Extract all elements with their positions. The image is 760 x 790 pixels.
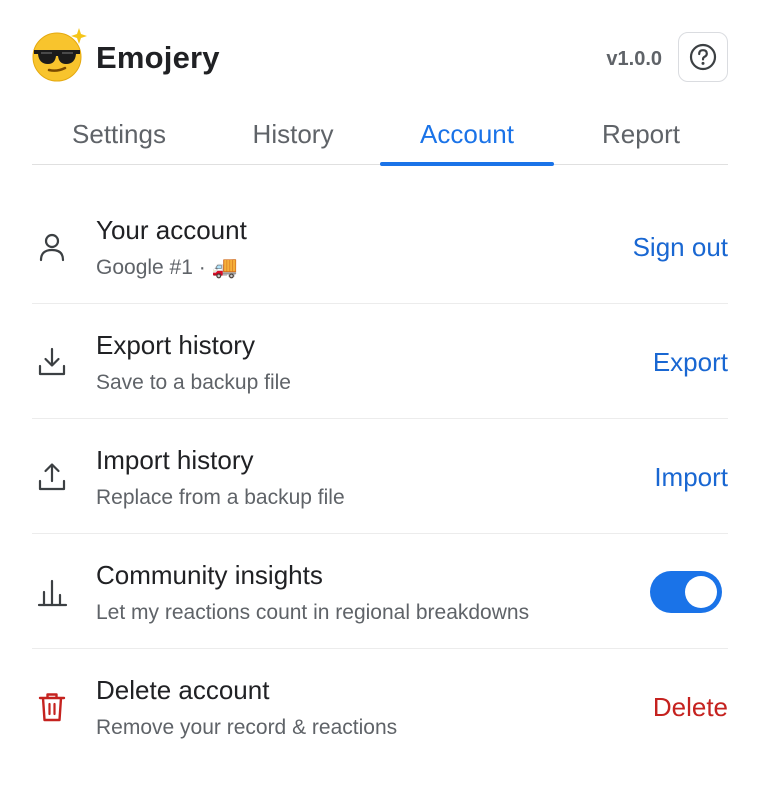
question-circle-icon xyxy=(689,43,717,71)
row-your-account: Your account Google #1 · 🚚 Sign out xyxy=(32,189,728,304)
toggle-knob xyxy=(685,576,717,608)
version-label: v1.0.0 xyxy=(606,48,662,70)
sign-out-button[interactable]: Sign out xyxy=(633,232,728,263)
tab-account[interactable]: Account xyxy=(380,104,554,166)
tab-history[interactable]: History xyxy=(206,104,380,164)
emojery-popup: Emojery v1.0.0 Settings History Account … xyxy=(0,0,760,790)
row-subtitle: Save to a backup file xyxy=(96,371,291,394)
bar-chart-icon xyxy=(36,576,68,608)
row-subtitle: Let my reactions count in regional break… xyxy=(96,601,530,624)
row-title: Your account xyxy=(96,215,247,245)
truck-emoji-icon: 🚚 xyxy=(211,256,238,279)
row-title: Import history xyxy=(96,445,254,475)
row-title: Export history xyxy=(96,330,255,360)
delete-account-button[interactable]: Delete xyxy=(653,692,728,723)
header: Emojery v1.0.0 xyxy=(32,26,728,90)
row-import-history: Import history Replace from a backup fil… xyxy=(32,419,728,534)
sunglasses-emoji-logo-icon xyxy=(32,28,87,82)
account-settings-list: Your account Google #1 · 🚚 Sign out Expo… xyxy=(32,189,728,764)
row-export-history: Export history Save to a backup file Exp… xyxy=(32,304,728,419)
help-button[interactable] xyxy=(678,32,728,82)
row-title: Delete account xyxy=(96,675,270,705)
community-insights-toggle[interactable] xyxy=(650,571,722,613)
tab-report[interactable]: Report xyxy=(554,104,728,164)
person-icon xyxy=(36,231,68,263)
download-icon xyxy=(36,346,68,378)
row-subtitle: Google #1 · 🚚 xyxy=(96,256,238,280)
trash-icon xyxy=(36,691,68,723)
upload-icon xyxy=(36,461,68,493)
export-button[interactable]: Export xyxy=(653,347,728,378)
row-subtitle: Replace from a backup file xyxy=(96,486,345,509)
row-subtitle: Remove your record & reactions xyxy=(96,716,398,739)
row-delete-account: Delete account Remove your record & reac… xyxy=(32,649,728,764)
row-community-insights: Community insights Let my reactions coun… xyxy=(32,534,728,649)
tab-bar: Settings History Account Report xyxy=(32,104,728,166)
app-title: Emojery xyxy=(96,40,220,75)
tab-settings[interactable]: Settings xyxy=(32,104,206,164)
account-provider-text: Google #1 · xyxy=(96,256,212,279)
row-title: Community insights xyxy=(96,560,323,590)
import-button[interactable]: Import xyxy=(654,462,728,493)
